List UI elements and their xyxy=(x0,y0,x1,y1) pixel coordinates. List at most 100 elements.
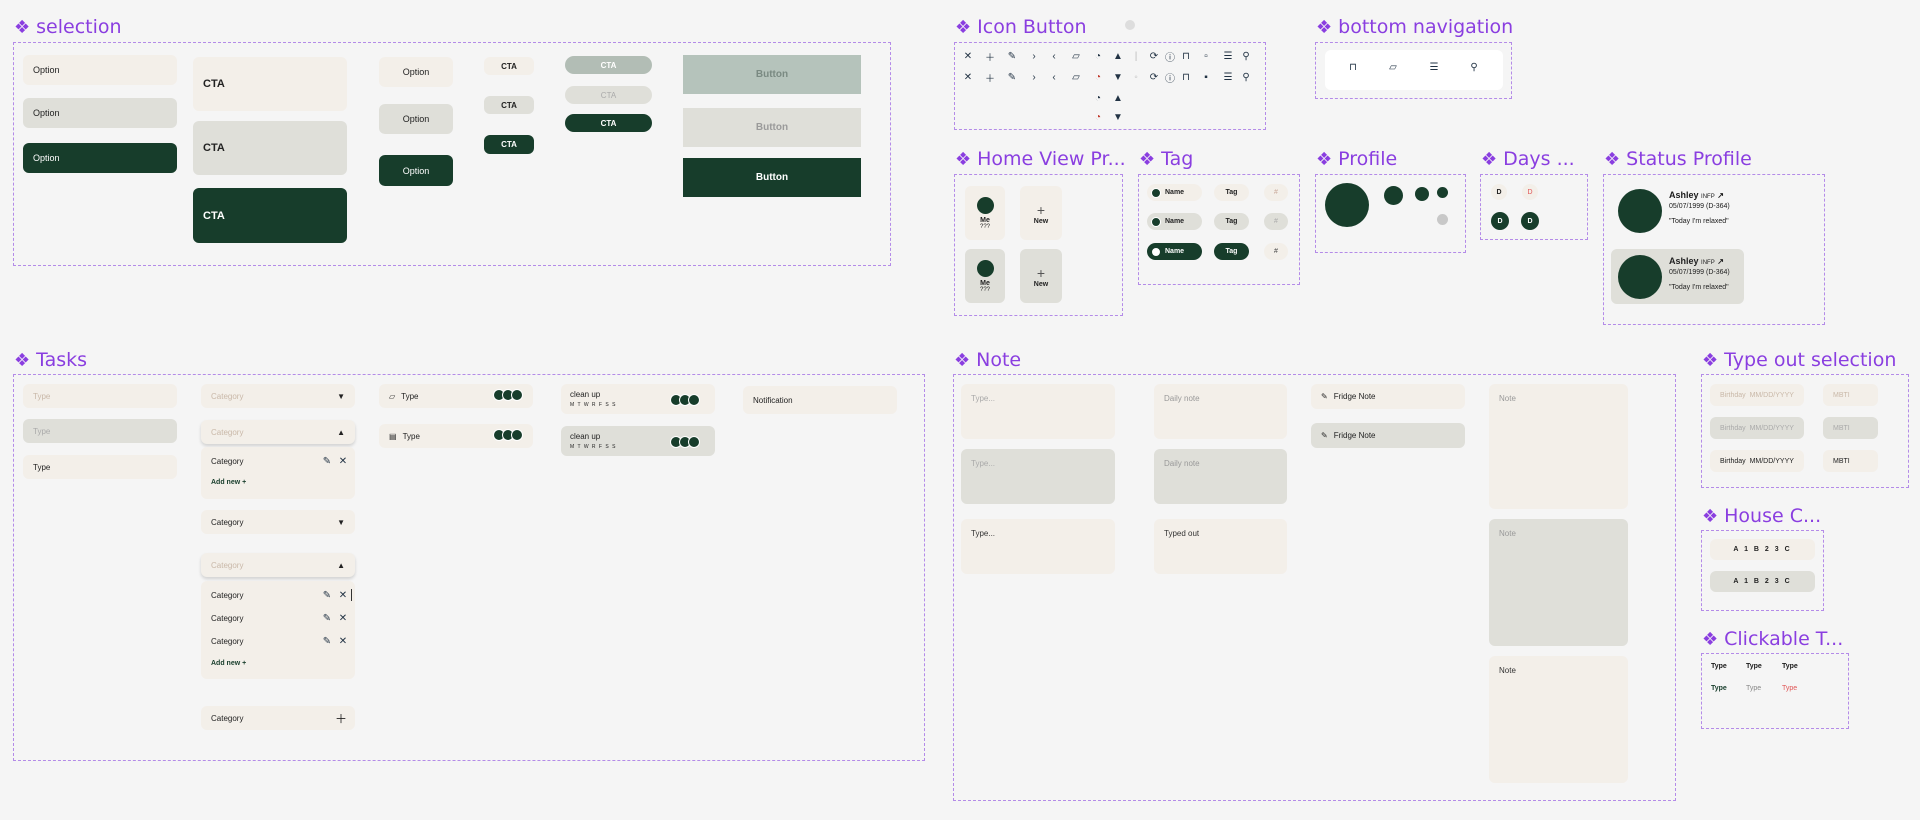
option-default[interactable]: Option xyxy=(23,55,177,85)
chevron-left-icon[interactable]: ‹ xyxy=(1048,50,1060,62)
chevron-left-icon[interactable]: ‹ xyxy=(1048,71,1060,83)
option-hover[interactable]: Option xyxy=(23,98,177,128)
day-weekend[interactable]: D xyxy=(1522,184,1538,200)
button-hover[interactable]: Button xyxy=(683,108,861,147)
type-input-hover[interactable]: Type xyxy=(23,419,177,443)
chevron-right-icon[interactable]: › xyxy=(1028,71,1040,83)
fridge-note-item-hover[interactable]: ✎ Fridge Note xyxy=(1311,423,1465,448)
note-card-empty[interactable]: Note xyxy=(1489,384,1628,509)
note-icon[interactable]: ▱ xyxy=(1387,61,1399,73)
edit-icon[interactable]: ✎ xyxy=(321,612,333,624)
note-card-filled[interactable]: Note xyxy=(1489,656,1628,783)
notification-item[interactable]: Notification xyxy=(743,386,897,414)
close-icon[interactable]: ✕ xyxy=(337,612,349,624)
cta-pill-hover[interactable]: CTA xyxy=(565,86,652,104)
day-selected-alt[interactable]: D xyxy=(1521,212,1539,230)
note-input-filled[interactable]: Type... xyxy=(961,519,1115,574)
note-icon[interactable]: ▱ xyxy=(1070,71,1082,83)
name-tag-selected[interactable]: Name xyxy=(1147,243,1202,260)
info-icon[interactable]: ⓘ xyxy=(1164,50,1176,64)
button-disabled[interactable]: Button xyxy=(683,55,861,94)
option-selected[interactable]: Option xyxy=(23,143,177,173)
category-item[interactable]: Category xyxy=(211,591,243,600)
close-icon[interactable]: ✕ xyxy=(962,50,974,62)
option-small-selected[interactable]: Option xyxy=(379,155,453,186)
info-icon[interactable]: ⓘ xyxy=(1164,71,1176,85)
cta-small-hover[interactable]: CTA xyxy=(484,96,534,114)
add-member-card-hover[interactable]: + New xyxy=(1020,249,1062,303)
edit-icon[interactable]: ✎ xyxy=(321,635,333,647)
house-code-default[interactable]: A 1 B 2 3 C xyxy=(1710,539,1815,560)
house-code-hover[interactable]: A 1 B 2 3 C xyxy=(1710,571,1815,592)
add-member-card[interactable]: + New xyxy=(1020,186,1062,240)
cta-pill-disabled[interactable]: CTA xyxy=(565,56,652,74)
cta-large-default[interactable]: CTA xyxy=(193,57,347,111)
plus-icon[interactable]: ＋ xyxy=(984,50,996,64)
category-item[interactable]: Category xyxy=(211,614,243,623)
clickable-text-muted[interactable]: Type xyxy=(1746,685,1761,692)
birthday-field-hover[interactable]: Birthday MM/DD/YYYY xyxy=(1710,417,1804,439)
list-icon[interactable]: ☰ xyxy=(1222,71,1234,83)
clickable-text-active[interactable]: Type xyxy=(1711,685,1727,692)
category-item[interactable]: Category xyxy=(211,637,243,646)
profile-icon[interactable]: ⚲ xyxy=(1240,71,1252,83)
cta-small-selected[interactable]: CTA xyxy=(484,135,534,154)
toggle-icon[interactable]: ◦ xyxy=(1130,71,1142,83)
category-dropdown-empty[interactable]: Category ▼ xyxy=(201,384,355,408)
edit-icon[interactable]: ✎ xyxy=(1006,71,1018,83)
add-new-button[interactable]: Add new + xyxy=(211,660,246,667)
bell-icon[interactable]: ◔ xyxy=(1092,92,1104,104)
day-selected[interactable]: D xyxy=(1491,212,1509,230)
category-add-row[interactable]: Category ＋ xyxy=(201,706,355,730)
type-input-empty[interactable]: Type xyxy=(23,384,177,408)
fridge-icon[interactable]: ⊓ xyxy=(1347,61,1359,73)
daily-note-filled[interactable]: Typed out xyxy=(1154,519,1287,574)
category-dropdown-open[interactable]: Category ▲ xyxy=(201,420,355,444)
list-icon[interactable]: ☰ xyxy=(1222,50,1234,62)
type-input-filled[interactable]: Type xyxy=(23,455,177,479)
note-input-hover[interactable]: Type... xyxy=(961,449,1115,504)
edit-icon[interactable]: ✎ xyxy=(1006,50,1018,62)
status-card-hover[interactable]: Ashley INFP ↗ 05/07/1999 (D-364) "Today … xyxy=(1611,249,1744,304)
refresh-icon[interactable]: ⟳ xyxy=(1148,71,1160,83)
category-dropdown-open-2[interactable]: Category ▲ xyxy=(201,553,355,577)
name-tag-default[interactable]: Name xyxy=(1147,184,1202,201)
clickable-text-alert[interactable]: Type xyxy=(1782,685,1797,692)
cta-pill-selected[interactable]: CTA xyxy=(565,114,652,132)
category-item[interactable]: Category xyxy=(211,457,243,466)
refresh-icon[interactable]: ⟳ xyxy=(1148,50,1160,62)
bell-icon[interactable]: ◔ xyxy=(1092,50,1104,62)
cta-large-hover[interactable]: CTA xyxy=(193,121,347,175)
member-card-me[interactable]: Me ??? xyxy=(965,186,1005,240)
birthday-field-filled[interactable]: Birthday MM/DD/YYYY xyxy=(1710,450,1804,472)
hash-tag-default[interactable]: # xyxy=(1264,184,1288,201)
fridge-icon[interactable]: ⊓ xyxy=(1180,50,1192,62)
birthday-field-empty[interactable]: Birthday MM/DD/YYYY xyxy=(1710,384,1804,406)
mbti-field-hover[interactable]: MBTI xyxy=(1823,417,1878,439)
note-icon[interactable]: ▱ xyxy=(1070,50,1082,62)
close-icon[interactable]: ✕ xyxy=(337,589,349,601)
cta-large-selected[interactable]: CTA xyxy=(193,188,347,243)
close-icon[interactable]: ✕ xyxy=(962,71,974,83)
daily-note-hover[interactable]: Daily note xyxy=(1154,449,1287,504)
clickable-text-default-2[interactable]: Type xyxy=(1746,663,1762,670)
list-icon[interactable]: ☰ xyxy=(1428,61,1440,73)
chore-card[interactable]: clean up M T W R F S S xyxy=(561,384,715,414)
option-small-default[interactable]: Option xyxy=(379,57,453,87)
close-icon[interactable]: ✕ xyxy=(337,635,349,647)
profile-icon[interactable]: ⚲ xyxy=(1468,61,1480,73)
edit-icon[interactable]: ✎ xyxy=(321,455,333,467)
task-row-type-2[interactable]: ▤ Type xyxy=(379,424,533,448)
tag-hover[interactable]: Tag xyxy=(1214,213,1249,230)
task-row-type[interactable]: ▱ Type xyxy=(379,384,533,408)
name-tag-hover[interactable]: Name xyxy=(1147,213,1202,230)
day-default[interactable]: D xyxy=(1491,184,1507,200)
plus-icon[interactable]: ＋ xyxy=(984,71,996,85)
tag-selected[interactable]: Tag xyxy=(1214,243,1249,260)
clickable-text-default-3[interactable]: Type xyxy=(1782,663,1798,670)
note-icon[interactable]: ▪ xyxy=(1200,71,1212,83)
mbti-field-empty[interactable]: MBTI xyxy=(1823,384,1878,406)
triangle-down-icon[interactable]: ▼ xyxy=(1112,111,1124,123)
hash-tag-hover[interactable]: # xyxy=(1264,213,1288,230)
fridge-note-item[interactable]: ✎ Fridge Note xyxy=(1311,384,1465,409)
